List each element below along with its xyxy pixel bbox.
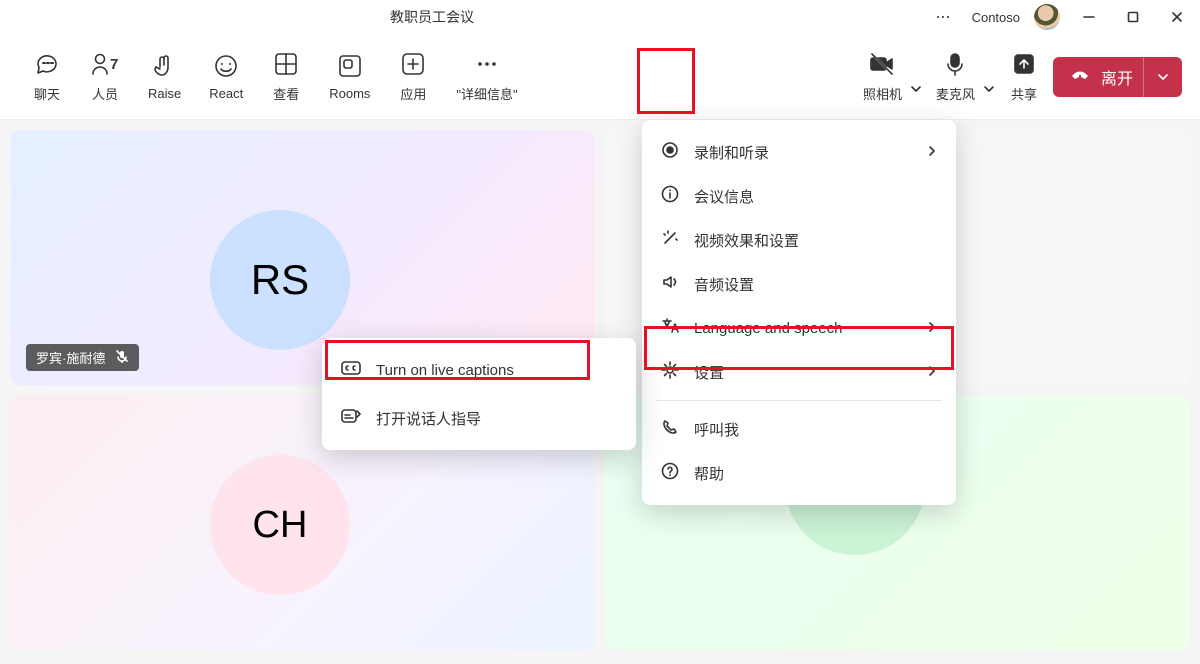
leave-button[interactable]: 离开 xyxy=(1053,57,1182,97)
people-icon: 7 xyxy=(90,50,120,78)
camera-off-icon xyxy=(868,50,896,78)
menu-item-callme[interactable]: 呼叫我 xyxy=(642,407,956,451)
more-button[interactable]: "详细信息" xyxy=(442,50,531,103)
apps-button[interactable]: 应用 xyxy=(384,50,442,103)
chevron-right-icon xyxy=(926,144,938,161)
apps-icon xyxy=(400,50,426,78)
raise-hand-icon xyxy=(152,52,178,80)
more-icon xyxy=(474,50,500,78)
apps-label: 应用 xyxy=(400,84,426,103)
mic-chevron-icon[interactable] xyxy=(983,82,995,100)
participant-name-badge: 罗宾·施耐德 xyxy=(26,344,139,371)
leave-chevron-icon[interactable] xyxy=(1143,57,1182,97)
org-name: Contoso xyxy=(972,10,1020,25)
menu-item-info[interactable]: 会议信息 xyxy=(642,174,956,218)
language-submenu: Turn on live captions 打开说话人指导 xyxy=(322,338,636,450)
hangup-icon xyxy=(1069,63,1091,90)
menu-divider xyxy=(656,400,942,401)
people-button[interactable]: 7 人员 xyxy=(76,50,134,103)
participant-name: 罗宾·施耐德 xyxy=(36,348,105,367)
menu-item-settings[interactable]: 设置 xyxy=(642,350,956,394)
raise-label: Raise xyxy=(148,86,181,101)
more-label: "详细信息" xyxy=(456,84,517,103)
info-icon xyxy=(660,184,680,208)
gear-icon xyxy=(660,360,680,384)
chat-icon xyxy=(34,50,60,78)
window-minimize-button[interactable] xyxy=(1074,11,1104,23)
menu-label: 录制和听录 xyxy=(694,142,769,163)
menu-item-record[interactable]: 录制和听录 xyxy=(642,130,956,174)
react-button[interactable]: React xyxy=(195,52,257,101)
captions-icon xyxy=(340,358,362,382)
menu-label: 设置 xyxy=(694,362,724,383)
camera-button[interactable]: 照相机 xyxy=(849,50,916,103)
meeting-title: 教职员工会议 xyxy=(390,7,474,27)
chevron-right-icon xyxy=(926,320,938,337)
chat-button[interactable]: 聊天 xyxy=(18,50,76,103)
rooms-button[interactable]: Rooms xyxy=(315,52,384,101)
view-button[interactable]: 查看 xyxy=(257,50,315,103)
submenu-item-speaker-coach[interactable]: 打开说话人指导 xyxy=(322,394,636,442)
people-label: 人员 xyxy=(92,84,118,103)
menu-label: Language and speech xyxy=(694,320,842,337)
wand-icon xyxy=(660,228,680,252)
rooms-label: Rooms xyxy=(329,86,370,101)
react-icon xyxy=(213,52,239,80)
leave-label: 离开 xyxy=(1101,65,1133,89)
menu-label: 音频设置 xyxy=(694,274,754,295)
menu-label: 会议信息 xyxy=(694,186,754,207)
svg-text:7: 7 xyxy=(110,56,118,73)
menu-item-audio[interactable]: 音频设置 xyxy=(642,262,956,306)
window-titlebar: 教职员工会议 Contoso xyxy=(0,0,1200,34)
phone-icon xyxy=(660,417,680,441)
mic-muted-icon xyxy=(115,349,129,366)
submenu-item-captions[interactable]: Turn on live captions xyxy=(322,346,636,394)
share-icon xyxy=(1011,50,1037,78)
menu-item-effects[interactable]: 视频效果和设置 xyxy=(642,218,956,262)
view-label: 查看 xyxy=(273,84,299,103)
menu-item-language[interactable]: Language and speech xyxy=(642,306,956,350)
react-label: React xyxy=(209,86,243,101)
share-button[interactable]: 共享 xyxy=(995,50,1053,103)
chevron-right-icon xyxy=(926,364,938,381)
participant-initials: CH xyxy=(210,455,350,595)
more-menu: 录制和听录 会议信息 视频效果和设置 音频设置 Language and spe… xyxy=(642,120,956,505)
window-maximize-button[interactable] xyxy=(1118,11,1148,23)
speaker-icon xyxy=(660,272,680,296)
menu-label: 帮助 xyxy=(694,463,724,484)
menu-label: 打开说话人指导 xyxy=(376,408,481,429)
mic-label: 麦克风 xyxy=(936,84,975,103)
menu-label: 视频效果和设置 xyxy=(694,230,799,251)
menu-label: 呼叫我 xyxy=(694,419,739,440)
mic-button[interactable]: 麦克风 xyxy=(922,50,989,103)
menu-label: Turn on live captions xyxy=(376,362,514,379)
menu-item-help[interactable]: 帮助 xyxy=(642,451,956,495)
raise-hand-button[interactable]: Raise xyxy=(134,52,195,101)
speaker-coach-icon xyxy=(340,406,362,430)
chat-label: 聊天 xyxy=(34,84,60,103)
participant-initials: RS xyxy=(210,210,350,350)
camera-label: 照相机 xyxy=(863,84,902,103)
rooms-icon xyxy=(337,52,363,80)
view-icon xyxy=(273,50,299,78)
record-icon xyxy=(660,140,680,164)
language-icon xyxy=(660,316,680,340)
camera-chevron-icon[interactable] xyxy=(910,82,922,100)
mic-icon xyxy=(942,50,968,78)
share-label: 共享 xyxy=(1011,84,1037,103)
window-close-button[interactable] xyxy=(1162,11,1192,23)
org-more-icon[interactable] xyxy=(928,9,958,25)
help-icon xyxy=(660,461,680,485)
meeting-toolbar: 聊天 7 人员 Raise React 查看 Rooms 应用 "详细信息" 照… xyxy=(0,34,1200,120)
avatar[interactable] xyxy=(1034,4,1060,30)
